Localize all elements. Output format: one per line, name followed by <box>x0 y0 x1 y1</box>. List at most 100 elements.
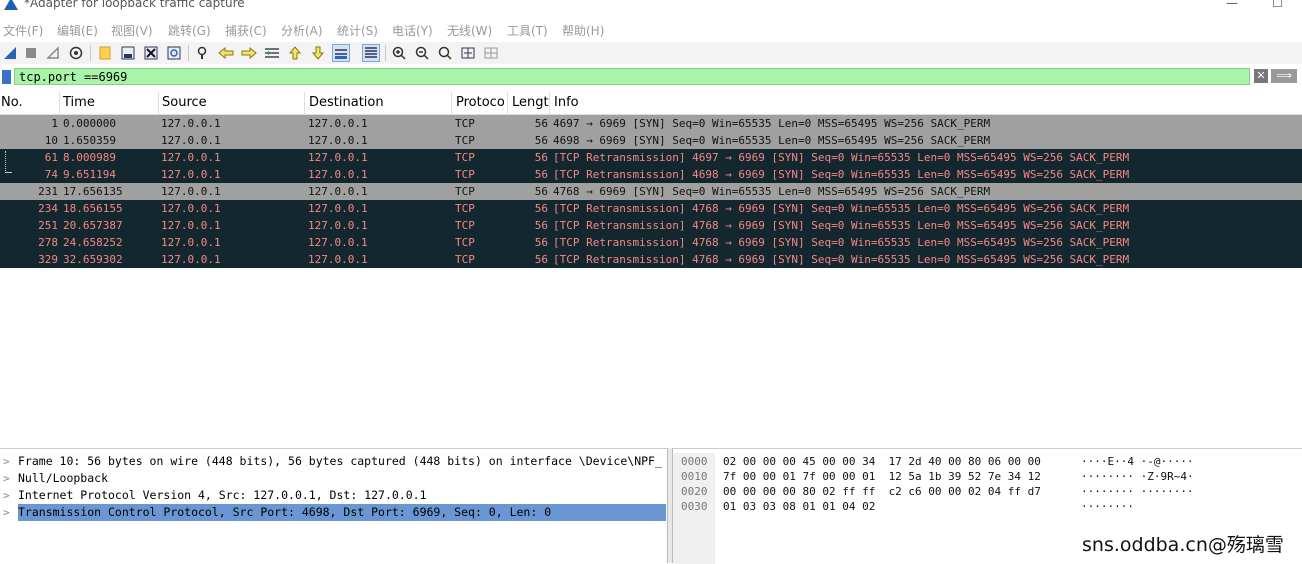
shark-fin-start-icon[interactable] <box>1 44 19 62</box>
bytes-ascii[interactable]: ········ <box>1081 499 1134 514</box>
packet-info: 4768 → 6969 [SYN] Seq=0 Win=65535 Len=0 … <box>553 185 991 198</box>
main-toolbar <box>0 42 1302 64</box>
auto-scroll-icon[interactable] <box>332 44 350 62</box>
options-gear-icon[interactable] <box>67 44 85 62</box>
first-packet-icon[interactable] <box>286 44 304 62</box>
packet-destination: 127.0.0.1 <box>308 219 368 232</box>
menu-wireless[interactable]: 无线(W) <box>447 22 492 39</box>
bytes-hex[interactable]: 00 00 00 00 80 02 ff ff c2 c6 00 00 02 0… <box>723 484 1041 499</box>
save-file-icon[interactable] <box>119 44 137 62</box>
column-header-time[interactable]: Time <box>63 95 155 110</box>
column-header-no[interactable]: No. <box>1 95 57 110</box>
bookmark-icon[interactable] <box>2 70 11 84</box>
apply-filter-icon[interactable]: ⟹ <box>1271 69 1297 83</box>
detail-row-tcp[interactable]: > Transmission Control Protocol, Src Por… <box>0 504 668 521</box>
close-file-icon[interactable] <box>142 44 160 62</box>
detail-row-ipv4[interactable]: > Internet Protocol Version 4, Src: 127.… <box>0 487 668 504</box>
packet-time: 1.650359 <box>63 134 116 147</box>
forward-arrow-icon[interactable] <box>240 44 258 62</box>
expand-arrow-icon[interactable]: > <box>3 487 10 504</box>
menu-edit[interactable]: 编辑(E) <box>57 22 98 39</box>
packet-destination: 127.0.0.1 <box>308 168 368 181</box>
menu-help[interactable]: 帮助(H) <box>562 22 604 39</box>
menu-file[interactable]: 文件(F) <box>3 22 43 39</box>
zoom-in-icon[interactable] <box>390 44 408 62</box>
resize-columns-icon[interactable] <box>459 44 477 62</box>
maximize-icon[interactable]: ☐ <box>1272 0 1283 10</box>
column-divider[interactable] <box>451 92 452 114</box>
reload-icon[interactable] <box>165 44 183 62</box>
zoom-reset-icon[interactable] <box>436 44 454 62</box>
packet-row[interactable]: 231 17.656135 127.0.0.1 127.0.0.1 TCP 56… <box>0 183 1302 200</box>
menu-go[interactable]: 跳转(G) <box>168 22 211 39</box>
title-bar: *Adapter for loopback traffic capture — … <box>0 0 1302 14</box>
packet-info: [TCP Retransmission] 4768 → 6969 [SYN] S… <box>553 253 1130 266</box>
packet-destination: 127.0.0.1 <box>308 151 368 164</box>
zoom-out-icon[interactable] <box>413 44 431 62</box>
column-divider[interactable] <box>304 92 305 114</box>
open-file-icon[interactable] <box>96 44 114 62</box>
back-arrow-icon[interactable] <box>217 44 235 62</box>
packet-no: 10 <box>44 134 58 147</box>
find-icon[interactable] <box>194 44 212 62</box>
menu-view[interactable]: 视图(V) <box>111 22 153 39</box>
packet-row[interactable]: 234 18.656155 127.0.0.1 127.0.0.1 TCP 56… <box>0 200 1302 217</box>
bytes-ascii[interactable]: ····E··4 ·-@····· <box>1081 454 1194 469</box>
column-header-length[interactable]: Lengt <box>512 95 549 110</box>
conversation-bracket-end <box>5 172 12 173</box>
wireshark-app-icon <box>4 0 18 10</box>
go-to-packet-icon[interactable] <box>263 44 281 62</box>
colorize-icon[interactable] <box>362 44 380 62</box>
packet-row[interactable]: 1 0.000000 127.0.0.1 127.0.0.1 TCP 56 46… <box>0 115 1302 132</box>
packet-list-header: No. Time Source Destination Protoco Leng… <box>0 92 1302 115</box>
menu-telephony[interactable]: 电话(Y) <box>392 22 433 39</box>
packet-row[interactable]: 329 32.659302 127.0.0.1 127.0.0.1 TCP 56… <box>0 251 1302 268</box>
bytes-ascii[interactable]: ········ ········ <box>1081 484 1194 499</box>
restart-icon[interactable] <box>44 44 62 62</box>
packet-source: 127.0.0.1 <box>161 202 221 215</box>
bytes-hex[interactable]: 02 00 00 00 45 00 00 34 17 2d 40 00 80 0… <box>723 454 1041 469</box>
packet-row[interactable]: 61 8.000989 127.0.0.1 127.0.0.1 TCP 56 [… <box>0 149 1302 166</box>
expand-arrow-icon[interactable]: > <box>3 453 10 470</box>
packet-info: [TCP Retransmission] 4768 → 6969 [SYN] S… <box>553 219 1130 232</box>
expand-arrow-icon[interactable]: > <box>3 504 10 521</box>
layout-icon[interactable] <box>482 44 500 62</box>
packet-info: [TCP Retransmission] 4698 → 6969 [SYN] S… <box>553 168 1130 181</box>
bytes-hex[interactable]: 01 03 03 08 01 01 04 02 <box>723 499 875 514</box>
menu-statistics[interactable]: 统计(S) <box>337 22 378 39</box>
column-header-source[interactable]: Source <box>162 95 302 110</box>
menu-analyze[interactable]: 分析(A) <box>281 22 323 39</box>
bytes-ascii[interactable]: ········ ·Z·9R~4· <box>1081 469 1194 484</box>
packet-row[interactable]: 10 1.650359 127.0.0.1 127.0.0.1 TCP 56 4… <box>0 132 1302 149</box>
packet-length: 56 <box>534 134 548 147</box>
packet-row[interactable]: 278 24.658252 127.0.0.1 127.0.0.1 TCP 56… <box>0 234 1302 251</box>
detail-row-null-loopback[interactable]: > Null/Loopback <box>0 470 668 487</box>
column-header-destination[interactable]: Destination <box>309 95 449 110</box>
minimize-icon[interactable]: — <box>1226 0 1238 10</box>
bytes-hex[interactable]: 7f 00 00 01 7f 00 00 01 12 5a 1b 39 52 7… <box>723 469 1041 484</box>
column-header-info[interactable]: Info <box>554 95 754 110</box>
menu-capture[interactable]: 捕获(C) <box>225 22 267 39</box>
packet-info: [TCP Retransmission] 4768 → 6969 [SYN] S… <box>553 202 1130 215</box>
detail-row-frame[interactable]: > Frame 10: 56 bytes on wire (448 bits),… <box>0 453 668 470</box>
display-filter-input[interactable]: tcp.port ==6969 <box>14 68 1250 85</box>
packet-protocol: TCP <box>455 219 475 232</box>
packet-no: 231 <box>38 185 58 198</box>
last-packet-icon[interactable] <box>309 44 327 62</box>
packet-row[interactable]: 74 9.651194 127.0.0.1 127.0.0.1 TCP 56 [… <box>0 166 1302 183</box>
column-divider[interactable] <box>59 92 60 114</box>
packet-length: 56 <box>534 151 548 164</box>
expand-arrow-icon[interactable]: > <box>3 470 10 487</box>
clear-filter-icon[interactable]: ✕ <box>1254 69 1268 83</box>
stop-icon[interactable] <box>22 44 40 62</box>
column-divider[interactable] <box>507 92 508 114</box>
column-divider[interactable] <box>158 92 159 114</box>
menu-tools[interactable]: 工具(T) <box>507 22 548 39</box>
column-divider[interactable] <box>549 92 550 114</box>
column-header-protocol[interactable]: Protoco <box>456 95 507 110</box>
detail-text: Null/Loopback <box>18 471 109 485</box>
toolbar-separator <box>385 45 386 61</box>
packet-destination: 127.0.0.1 <box>308 202 368 215</box>
packet-no: 61 <box>44 151 58 164</box>
packet-row[interactable]: 251 20.657387 127.0.0.1 127.0.0.1 TCP 56… <box>0 217 1302 234</box>
